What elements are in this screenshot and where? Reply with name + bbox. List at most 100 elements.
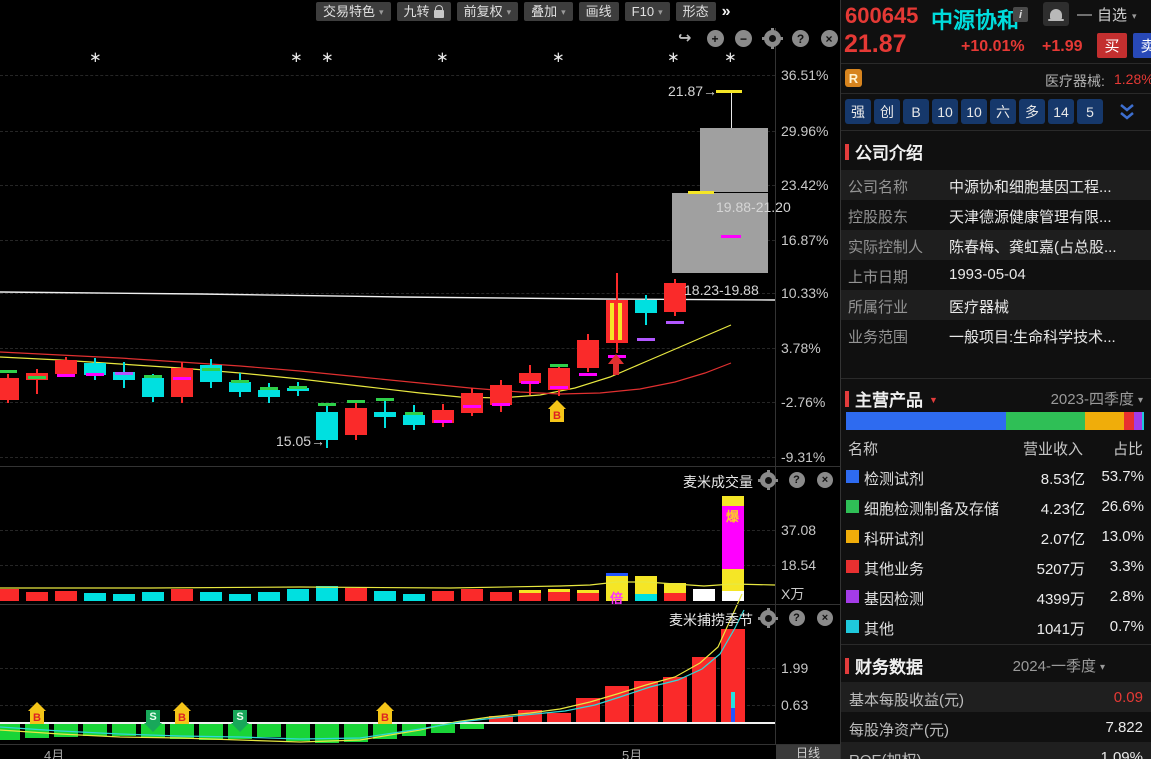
help-icon[interactable]: ?: [792, 30, 809, 47]
volume-panel-title: 麦米成交量: [615, 472, 753, 492]
product-name: 其他业务: [864, 558, 924, 579]
star-marker-icon: ∗: [667, 48, 680, 66]
period-selector[interactable]: 日线: [776, 745, 840, 759]
last-price: 21.87: [844, 30, 907, 59]
chevron-down-icon: [507, 1, 512, 22]
chevron-down-icon: [1100, 657, 1105, 674]
company-row-label: 实际控制人: [848, 236, 923, 257]
indicator-dash: [550, 364, 568, 367]
toolbar-button-F10[interactable]: F10: [625, 2, 670, 21]
col-header-share: 占比: [1113, 438, 1143, 459]
chevron-down-icon: [658, 1, 663, 22]
sell-signal-icon: [231, 723, 249, 732]
indicator-dash: [144, 375, 162, 378]
close-icon[interactable]: ×: [817, 472, 833, 488]
product-name: 其他: [864, 618, 894, 639]
products-period-dropdown[interactable]: 2023-四季度: [1051, 388, 1143, 409]
price-annotation: 18.23-19.88: [684, 282, 759, 298]
season-bar: [402, 724, 426, 736]
toolbar-button-九转[interactable]: 九转: [397, 2, 451, 21]
season-bar: [199, 724, 223, 740]
help-icon[interactable]: ?: [789, 472, 805, 488]
stock-code: 600645: [845, 3, 918, 29]
toolbar-more-button[interactable]: »: [722, 3, 729, 21]
revenue-bar-segment: [1134, 412, 1142, 430]
buy-signal-icon: B: [378, 711, 392, 724]
zoom-out-icon[interactable]: −: [735, 30, 752, 47]
forecast-zone-box: [700, 128, 768, 192]
settings-icon[interactable]: [760, 472, 776, 488]
season-bar: [286, 724, 310, 741]
tag-badge-创[interactable]: 创: [874, 99, 900, 124]
main-gridline: [0, 293, 775, 294]
tag-badge-B[interactable]: B: [903, 99, 929, 124]
candle-body: [258, 390, 280, 397]
toolbar-button-前复权[interactable]: 前复权: [457, 2, 519, 21]
tag-badge-六[interactable]: 六: [990, 99, 1016, 124]
gear-tooth: [767, 608, 770, 611]
section-marker: [845, 391, 849, 407]
volume-bar: [664, 583, 686, 593]
volume-bar: [490, 592, 512, 601]
tag-badge-强[interactable]: 强: [845, 99, 871, 124]
watchlist-button[interactable]: — 自选: [1077, 2, 1137, 26]
toolbar-button-形态[interactable]: 形态: [676, 2, 716, 21]
product-name: 检测试剂: [864, 468, 924, 489]
limit-up-stripe: [610, 303, 614, 340]
toolbar-button-画线[interactable]: 画线: [579, 2, 619, 21]
indicator-dash: [115, 372, 133, 375]
volume-tag-label: 爆: [726, 506, 739, 525]
indicator-dash: [637, 338, 655, 341]
toolbar-button-label: 画线: [586, 2, 612, 21]
season-bar-inner: [731, 708, 735, 722]
candle-body: [0, 378, 19, 400]
season-axis-label: 0.63: [781, 697, 808, 713]
info-icon[interactable]: i: [1013, 7, 1028, 22]
help-icon[interactable]: ?: [789, 610, 805, 626]
revenue-bar-segment: [1085, 412, 1124, 430]
gear-tooth: [758, 617, 761, 620]
buy-button[interactable]: 买: [1097, 33, 1127, 58]
price-level-dash: [716, 90, 742, 93]
main-gridline: [0, 348, 775, 349]
gear-tooth: [767, 487, 770, 490]
volume-gridline: [0, 530, 775, 531]
toolbar-button-叠加[interactable]: 叠加: [524, 2, 573, 21]
alert-bell-button[interactable]: [1043, 2, 1069, 26]
tag-badge-多[interactable]: 多: [1019, 99, 1045, 124]
gear-tooth: [762, 37, 765, 40]
volume-bar: [606, 573, 628, 576]
x-axis-label-april: 4月: [44, 745, 64, 759]
candle-body: [142, 378, 164, 397]
products-section-header[interactable]: 主营产品: [845, 386, 938, 411]
section-marker: [845, 144, 849, 160]
company-row-value: 中源协和细胞基因工程...: [949, 176, 1112, 197]
season-bar: [663, 677, 687, 722]
company-row-label: 上市日期: [848, 266, 908, 287]
volume-bar: [722, 591, 744, 601]
tag-badge-10[interactable]: 10: [932, 99, 958, 124]
settings-icon[interactable]: [764, 30, 781, 47]
settings-icon[interactable]: [760, 610, 776, 626]
finance-period-dropdown[interactable]: 2024-一季度: [1013, 655, 1105, 676]
panel-separator: [0, 744, 841, 745]
volume-bar: [113, 594, 135, 601]
industry-label[interactable]: 医疗器械:: [1045, 71, 1105, 91]
watchlist-label: 自选: [1097, 4, 1127, 25]
close-icon[interactable]: ×: [821, 30, 838, 47]
up-arrow-icon: [613, 363, 619, 375]
tag-badge-10[interactable]: 10: [961, 99, 987, 124]
toolbar-button-交易特色[interactable]: 交易特色: [316, 2, 391, 21]
top-toolbar: 交易特色九转前复权叠加画线 F10 形态 »: [316, 1, 729, 22]
zoom-in-icon[interactable]: +: [707, 30, 724, 47]
minus-icon: —: [1077, 6, 1092, 23]
indicator-dash: [28, 376, 46, 379]
sell-button[interactable]: 卖: [1133, 33, 1151, 58]
buy-signal-icon: B: [175, 711, 189, 724]
candle-body: [490, 385, 512, 405]
tag-badge-5[interactable]: 5: [1077, 99, 1103, 124]
tag-badge-14[interactable]: 14: [1048, 99, 1074, 124]
close-icon[interactable]: ×: [817, 610, 833, 626]
share-icon[interactable]: ↪: [678, 28, 691, 48]
candle-body: [403, 415, 425, 425]
